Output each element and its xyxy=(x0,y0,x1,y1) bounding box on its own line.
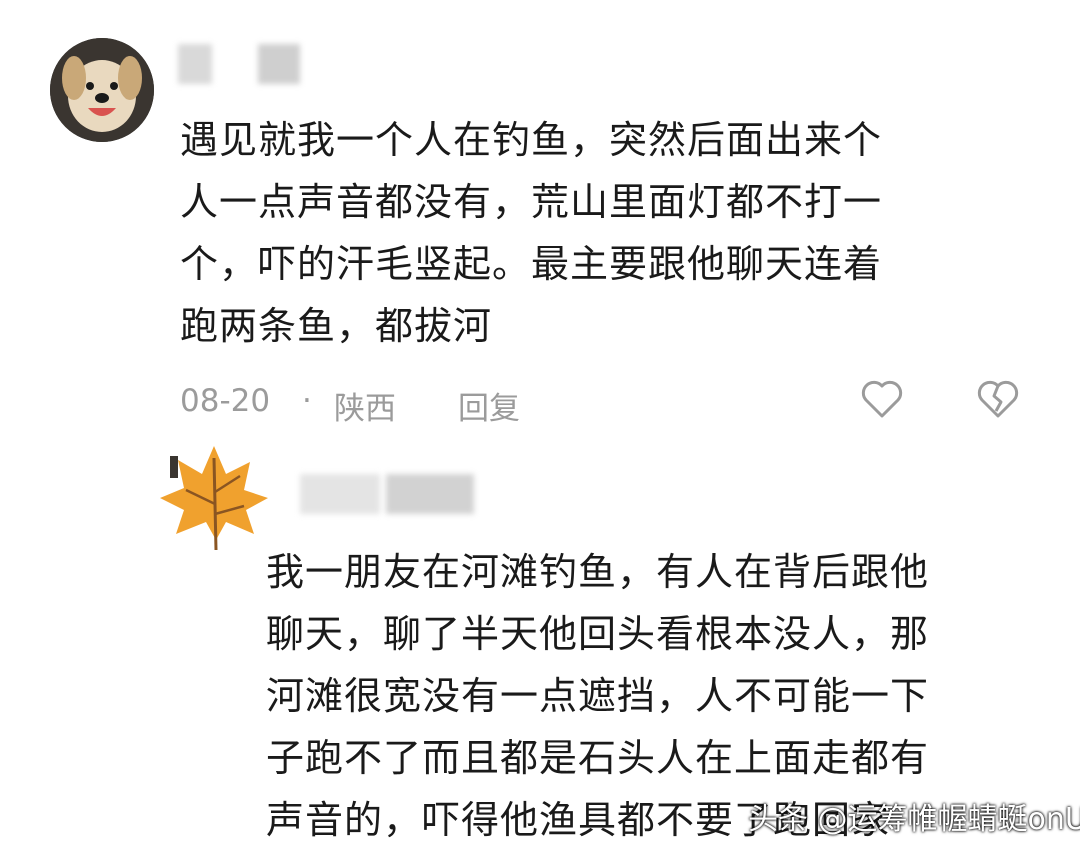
reply-username-blurred-2 xyxy=(386,474,474,514)
reply-button[interactable]: 回复 xyxy=(458,383,520,428)
reply-line: 聊天，聊了半天他回头看根本没人，那 xyxy=(266,612,930,656)
dislike-broken-heart-icon[interactable] xyxy=(976,378,1020,420)
comment-line: 个，吓的汗毛竖起。最主要跟他聊天连着 xyxy=(180,242,883,286)
comment-line: 人一点声音都没有，荒山里面灯都不打一 xyxy=(180,180,883,224)
reply-line: 子跑不了而且都是石头人在上面走都有 xyxy=(266,736,930,780)
dog-avatar-icon xyxy=(50,38,154,142)
reply-username-blurred xyxy=(300,474,380,514)
user-avatar[interactable] xyxy=(50,38,154,142)
comment-location: 陕西 xyxy=(334,391,396,427)
comment-line: 遇见就我一个人在钓鱼，突然后面出来个 xyxy=(180,118,883,162)
comment-date: 08-20 xyxy=(180,383,271,419)
username-blurred-2 xyxy=(258,44,300,84)
maple-leaf-avatar-icon[interactable] xyxy=(156,440,272,556)
reply-line: 河滩很宽没有一点遮挡，人不可能一下 xyxy=(266,674,930,718)
meta-separator: · xyxy=(302,383,312,419)
source-watermark: 头条 @运筹帷幄蜻蜓onU xyxy=(748,802,1080,837)
like-heart-icon[interactable] xyxy=(860,378,904,420)
reply-line: 我一朋友在河滩钓鱼，有人在背后跟他 xyxy=(266,550,930,594)
username-blurred xyxy=(178,44,212,84)
comment-thread: 遇见就我一个人在钓鱼，突然后面出来个 人一点声音都没有，荒山里面灯都不打一 个，… xyxy=(0,0,1080,852)
comment-line: 跑两条鱼，都拔河 xyxy=(180,304,493,348)
